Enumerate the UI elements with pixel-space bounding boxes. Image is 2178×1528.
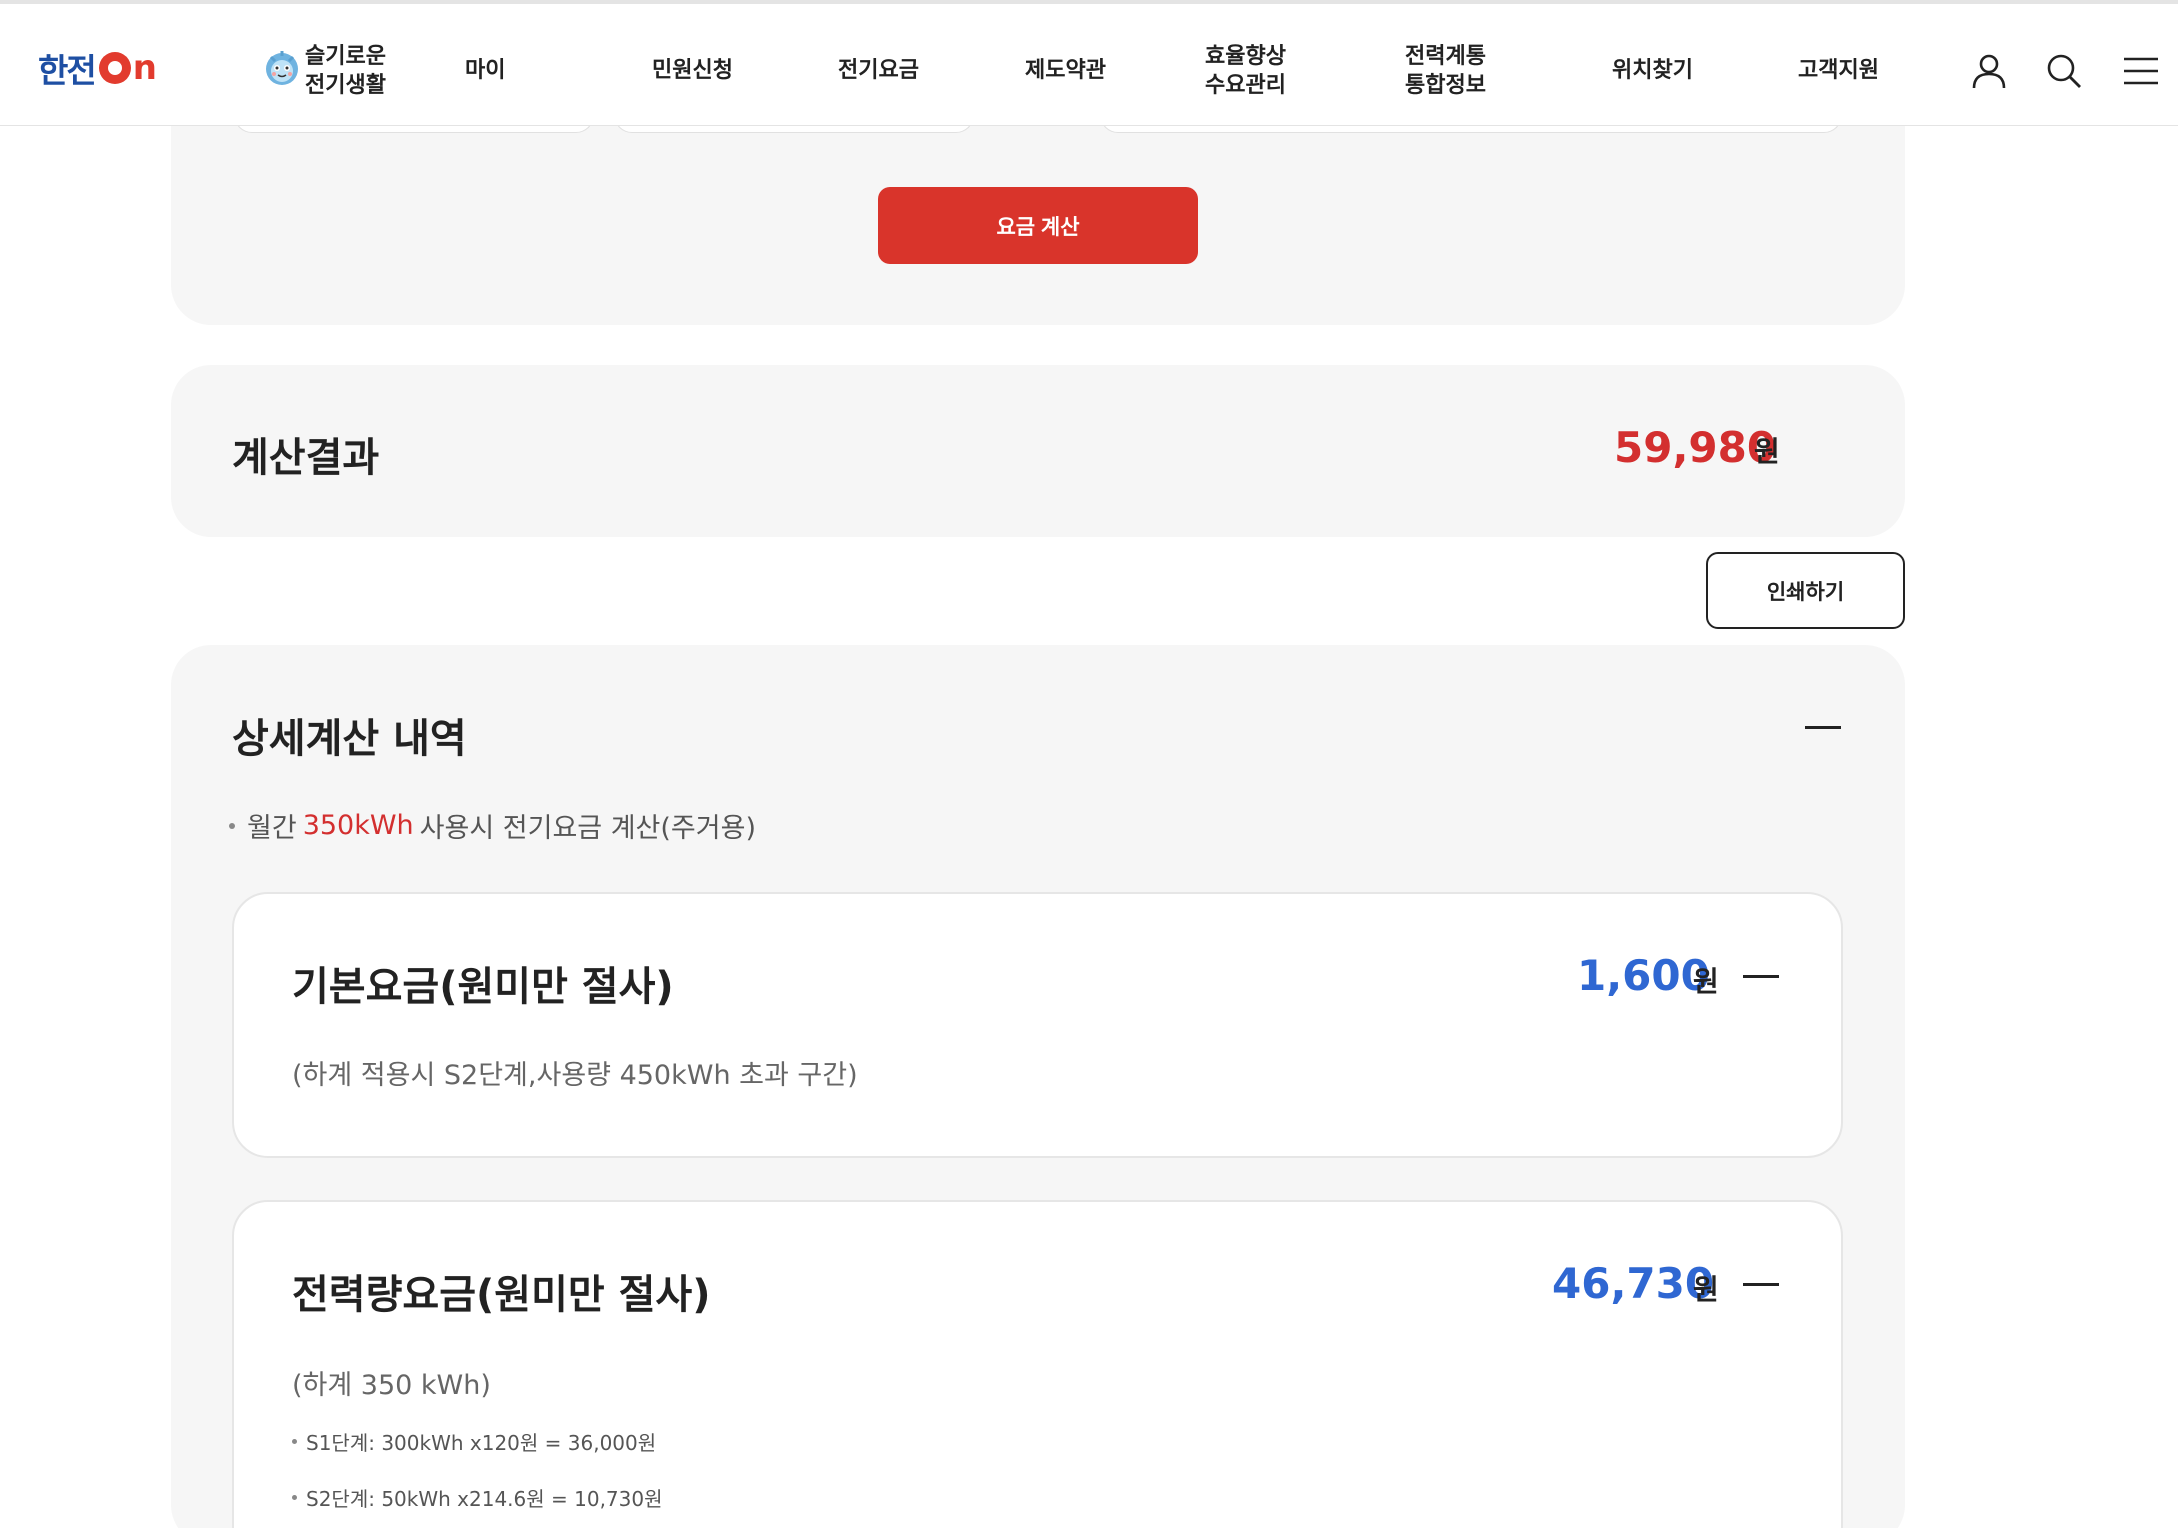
list-item: S1단계: 300kWh x120원 = 36,000원 (292, 1427, 656, 1456)
nav-power-grid-line2: 통합정보 (1405, 73, 1486, 98)
note-suffix: 사용시 전기요금 계산(주거용) (419, 813, 756, 844)
energy-charge-title: 전력량요금(원미만 절사) (292, 1272, 711, 1318)
energy-charge-note: (하계 350 kWh) (292, 1370, 491, 1401)
usage-note: 월간 350kWh 사용시 전기요금 계산(주거용) (229, 806, 756, 845)
logo-suffix: n (132, 48, 157, 88)
calculate-button[interactable]: 요금 계산 (878, 187, 1198, 264)
kepco-on-logo[interactable]: 한전 n (38, 46, 157, 90)
page: 한전 n 슬기로운 전기생활 마이 민원신청 전기요금 제도약관 효율향상 수요… (0, 0, 2178, 1528)
nav-my[interactable]: 마이 (465, 56, 505, 85)
logo-text: 한전 (38, 51, 97, 90)
mascot-icon[interactable] (262, 46, 302, 90)
user-icon[interactable] (1970, 52, 2008, 90)
tier-s2-text: S2단계: 50kWh x214.6원 = 10,730원 (306, 1487, 663, 1511)
nav-customer-support[interactable]: 고객지원 (1798, 56, 1879, 85)
basic-charge-card (232, 892, 1843, 1158)
nav-power-grid[interactable]: 전력계통 통합정보 (1405, 42, 1486, 100)
result-unit: 원 (1754, 435, 1780, 468)
basic-charge-amount: 1,600 (1577, 951, 1710, 1000)
nav-power-grid-line1: 전력계통 (1405, 44, 1486, 69)
note-prefix: 월간 (247, 813, 297, 844)
bullet-icon (292, 1495, 297, 1500)
basic-charge-collapse-icon[interactable] (1743, 975, 1779, 978)
bullet-icon (229, 822, 235, 829)
smart-life-line2: 전기생활 (305, 73, 386, 98)
smart-life-link[interactable]: 슬기로운 전기생활 (305, 42, 386, 100)
result-title: 계산결과 (232, 435, 380, 481)
logo-on-mark: n (98, 48, 157, 88)
basic-charge-unit: 원 (1693, 965, 1719, 998)
tier-s1-text: S1단계: 300kWh x120원 = 36,000원 (306, 1431, 657, 1455)
top-header: 한전 n 슬기로운 전기생활 마이 민원신청 전기요금 제도약관 효율향상 수요… (0, 0, 2178, 126)
energy-charge-collapse-icon[interactable] (1743, 1283, 1779, 1286)
basic-charge-note: (하계 적용시 S2단계,사용량 450kWh 초과 구간) (292, 1060, 858, 1091)
nav-efficiency-line1: 효율향상 (1205, 44, 1286, 69)
menu-icon[interactable] (2122, 52, 2160, 90)
nav-efficiency-line2: 수요관리 (1205, 73, 1286, 98)
nav-policy-terms[interactable]: 제도약관 (1025, 56, 1106, 85)
detail-collapse-icon[interactable] (1805, 726, 1841, 729)
nav-electric-rates[interactable]: 전기요금 (838, 56, 919, 85)
energy-charge-unit: 원 (1693, 1273, 1719, 1306)
search-icon[interactable] (2045, 52, 2083, 90)
print-button[interactable]: 인쇄하기 (1706, 552, 1905, 629)
result-amount: 59,980 (1614, 423, 1777, 472)
bullet-icon (292, 1439, 297, 1444)
nav-civil-application[interactable]: 민원신청 (652, 56, 733, 85)
logo-o-shape (98, 52, 131, 84)
detail-title: 상세계산 내역 (232, 716, 467, 762)
energy-charge-amount: 46,730 (1552, 1259, 1715, 1308)
list-item: S2단계: 50kWh x214.6원 = 10,730원 (292, 1483, 663, 1512)
note-usage-highlight: 350kWh (302, 810, 414, 841)
nav-efficiency[interactable]: 효율향상 수요관리 (1205, 42, 1286, 100)
smart-life-line1: 슬기로운 (305, 44, 386, 69)
basic-charge-title: 기본요금(원미만 절사) (292, 964, 674, 1010)
nav-location[interactable]: 위치찾기 (1612, 56, 1693, 85)
